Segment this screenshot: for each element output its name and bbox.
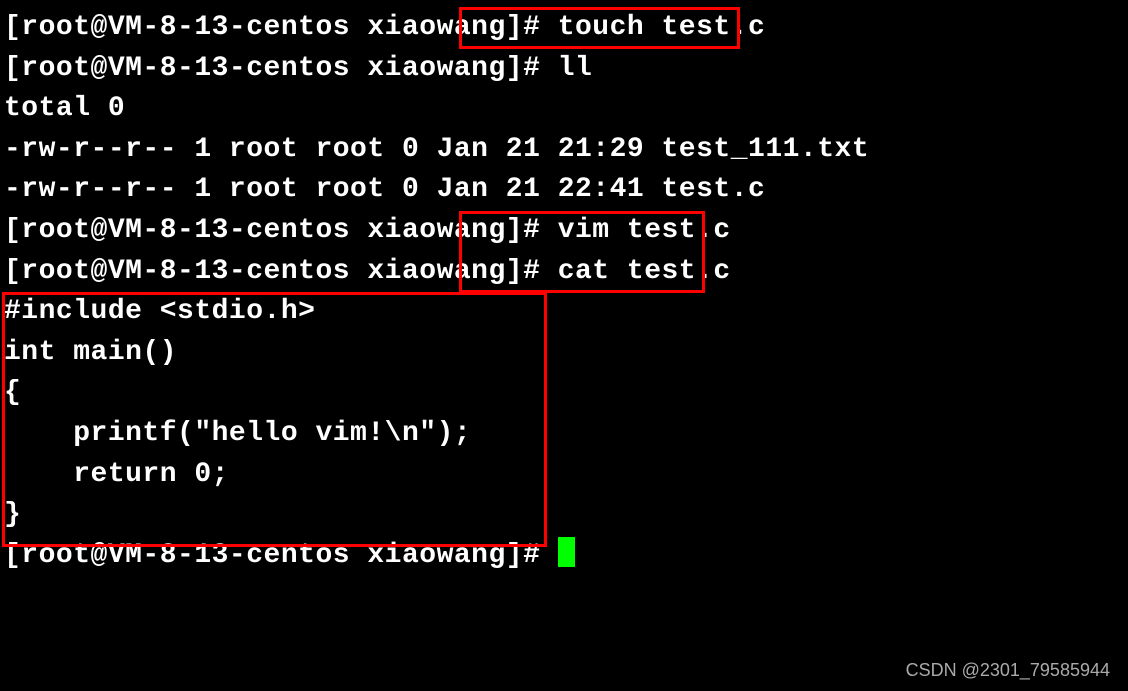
terminal-line: [root@VM-8-13-centos xiaowang]# touch te… [4,8,1124,49]
command-text: ll [558,53,593,84]
terminal-output: { [4,373,1124,414]
command-text: cat test.c [558,256,731,287]
terminal-output: printf("hello vim!\n"); [4,414,1124,455]
cursor-icon [558,537,575,567]
terminal-line[interactable]: [root@VM-8-13-centos xiaowang]# [4,536,1124,577]
shell-prompt: [root@VM-8-13-centos xiaowang]# [4,215,558,246]
shell-prompt: [root@VM-8-13-centos xiaowang]# [4,256,558,287]
shell-prompt: [root@VM-8-13-centos xiaowang]# [4,12,558,43]
terminal-line: [root@VM-8-13-centos xiaowang]# cat test… [4,252,1124,293]
command-text: touch test.c [558,12,766,43]
shell-prompt: [root@VM-8-13-centos xiaowang]# [4,53,558,84]
terminal-output: return 0; [4,455,1124,496]
terminal-output: #include <stdio.h> [4,292,1124,333]
terminal-line: [root@VM-8-13-centos xiaowang]# ll [4,49,1124,90]
terminal-line: [root@VM-8-13-centos xiaowang]# vim test… [4,211,1124,252]
terminal-output: -rw-r--r-- 1 root root 0 Jan 21 22:41 te… [4,170,1124,211]
shell-prompt: [root@VM-8-13-centos xiaowang]# [4,540,558,571]
terminal-output: } [4,495,1124,536]
terminal-output: total 0 [4,89,1124,130]
terminal-output: int main() [4,333,1124,374]
watermark-text: CSDN @2301_79585944 [906,660,1110,681]
terminal-output: -rw-r--r-- 1 root root 0 Jan 21 21:29 te… [4,130,1124,171]
command-text: vim test.c [558,215,731,246]
